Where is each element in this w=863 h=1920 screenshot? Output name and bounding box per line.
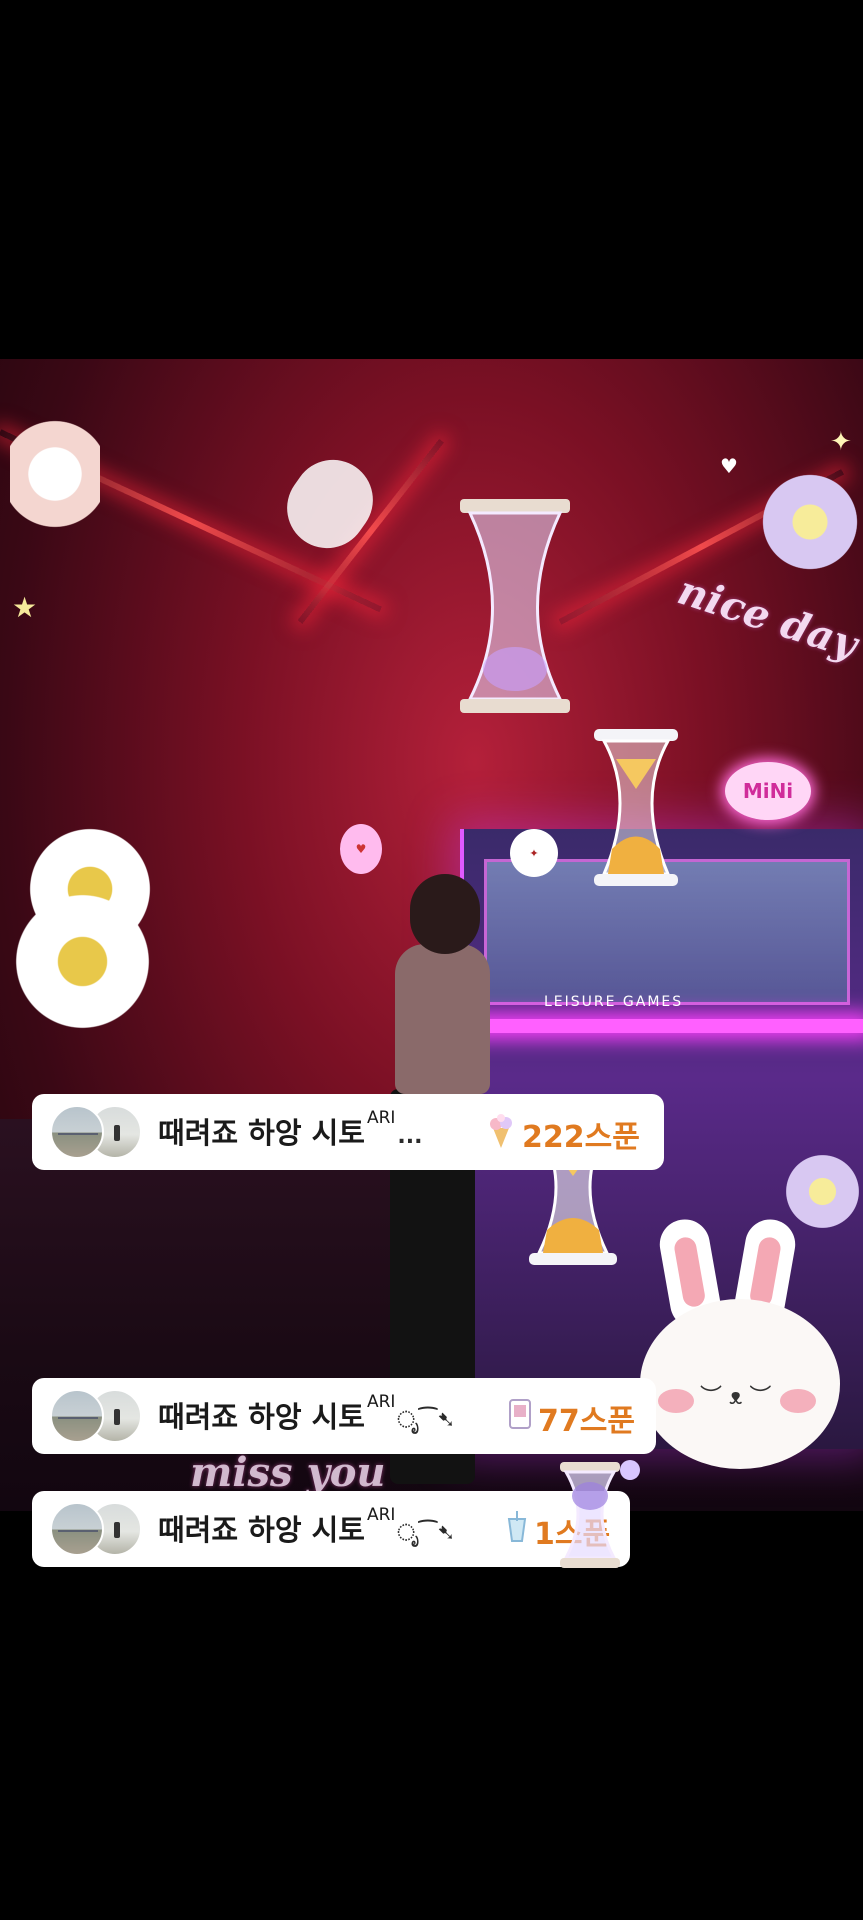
donor-name[interactable]: 때려죠 하앙 시토 ARIೃ⁀➷ xyxy=(158,1505,455,1549)
photo-card-icon xyxy=(508,1398,534,1432)
flower-bouquet-icon xyxy=(488,1114,514,1148)
avatar-group[interactable] xyxy=(50,1389,142,1443)
leisure-games-label: LEISURE GAMES xyxy=(544,994,684,1010)
miss-you-sticker: miss you xyxy=(190,1449,386,1496)
avatar[interactable] xyxy=(50,1105,104,1159)
sparkle-icon: ✦ xyxy=(830,427,852,457)
hourglass-sticker xyxy=(560,1460,640,1568)
purple-daisy-sticker xyxy=(755,467,863,577)
avatar-group[interactable] xyxy=(50,1502,142,1556)
daisy-sticker xyxy=(5,884,160,1039)
heart-icon: ♥ xyxy=(720,454,738,478)
donation-amount: 77스푼 xyxy=(538,1404,635,1439)
donor-name[interactable]: 때려죠 하앙 시토 ARIೃ⁀➷ xyxy=(158,1392,455,1436)
avatar[interactable] xyxy=(50,1389,104,1443)
hanging-ribbon-sticker xyxy=(10,399,100,549)
hanging-ornament-sticker xyxy=(271,444,389,564)
drink-cup-icon xyxy=(506,1511,532,1545)
avatar-group[interactable] xyxy=(50,1105,142,1159)
hourglass-sticker xyxy=(460,499,570,713)
hourglass-sticker xyxy=(594,729,678,886)
bunny-sticker: ︶ ᴥ ︶ xyxy=(630,1215,850,1509)
mini-sign: MiNi xyxy=(725,762,811,820)
neon-sign: ♥ xyxy=(340,824,382,874)
stream-background-photo: LEISURE GAMES ♥ ✦ MiNi nice day miss you… xyxy=(0,359,863,1511)
donation-card[interactable]: 때려죠 하앙 시토 ARIೃ⁀➷ 77스푼 xyxy=(32,1378,656,1454)
avatar[interactable] xyxy=(50,1502,104,1556)
star-icon: ★ xyxy=(12,591,38,624)
donation-amount: 222스푼 xyxy=(522,1120,640,1155)
nice-day-sticker: nice day xyxy=(672,566,863,669)
neon-sign: ✦ xyxy=(510,829,558,877)
donor-name[interactable]: 때려죠 하앙 시토 ARI... xyxy=(158,1108,423,1152)
donation-card[interactable]: 때려죠 하앙 시토 ARI... 222스푼 xyxy=(32,1094,664,1170)
